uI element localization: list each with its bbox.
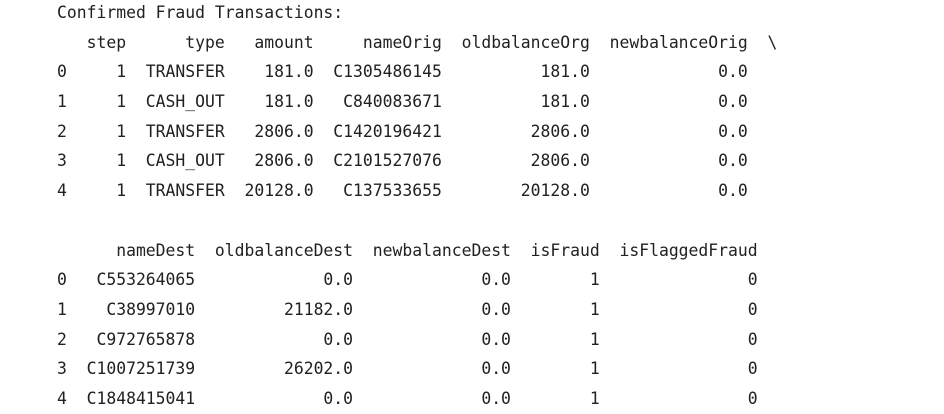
table-row: 0 1 TRANSFER 181.0 C1305486145 181.0 0.0 [57, 62, 748, 81]
table-row: 1 1 CASH_OUT 181.0 C840083671 181.0 0.0 [57, 92, 748, 111]
table-row: 1 C38997010 21182.0 0.0 1 0 [57, 300, 758, 319]
cell-output: Confirmed Fraud Transactions: step type … [0, 0, 944, 414]
table-row: 3 1 CASH_OUT 2806.0 C2101527076 2806.0 0… [57, 151, 748, 170]
table-row: 4 1 TRANSFER 20128.0 C137533655 20128.0 … [57, 181, 748, 200]
table-row: 0 C553264065 0.0 0.0 1 0 [57, 270, 758, 289]
table-row: 2 C972765878 0.0 0.0 1 0 [57, 330, 758, 349]
table-header: nameDest oldbalanceDest newbalanceDest i… [57, 241, 758, 260]
table-header: step type amount nameOrig oldbalanceOrg … [57, 33, 778, 52]
output-title: Confirmed Fraud Transactions: [57, 3, 344, 22]
table-row: 4 C1848415041 0.0 0.0 1 0 [57, 389, 758, 408]
table-row: 2 1 TRANSFER 2806.0 C1420196421 2806.0 0… [57, 122, 748, 141]
table-row: 3 C1007251739 26202.0 0.0 1 0 [57, 359, 758, 378]
